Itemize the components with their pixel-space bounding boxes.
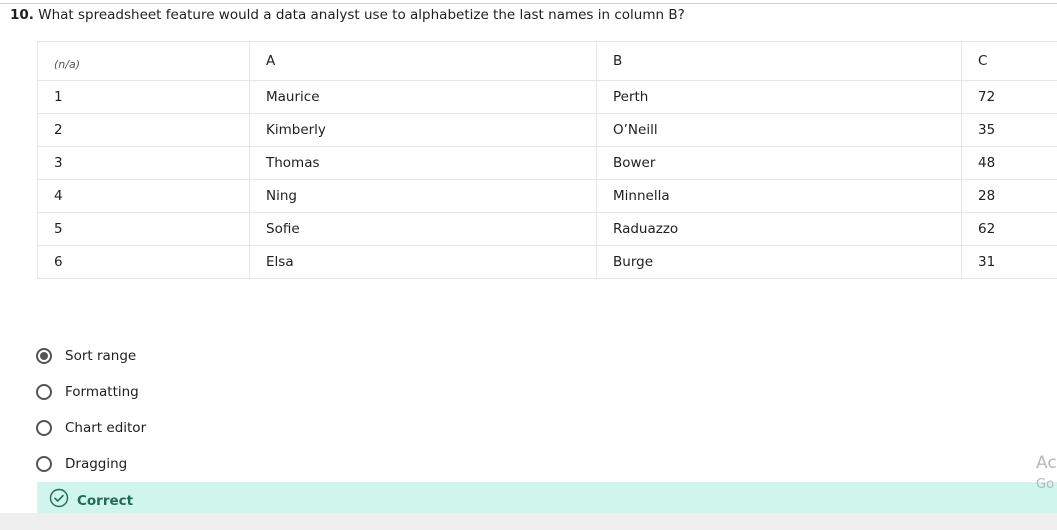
radio-selected-icon[interactable] bbox=[36, 348, 52, 364]
option-sort-range[interactable]: Sort range bbox=[36, 338, 146, 374]
value-cell: 35 bbox=[961, 113, 1057, 147]
option-formatting[interactable]: Formatting bbox=[36, 374, 146, 410]
first-name-cell: Thomas bbox=[249, 146, 597, 180]
question-number: 10. bbox=[10, 7, 34, 23]
last-name-cell: Bower bbox=[596, 146, 962, 180]
last-name-cell: Raduazzo bbox=[596, 212, 962, 246]
table-row: 2 Kimberly O’Neill 35 bbox=[37, 113, 1057, 147]
feedback-banner: Correct bbox=[37, 482, 1057, 513]
last-name-cell: O’Neill bbox=[596, 113, 962, 147]
option-label[interactable]: Formatting bbox=[65, 384, 139, 400]
header-cell-na: (n/a) bbox=[37, 41, 250, 81]
value-cell: 28 bbox=[961, 179, 1057, 213]
radio-icon[interactable] bbox=[36, 420, 52, 436]
row-number-cell: 6 bbox=[37, 245, 250, 279]
last-name-cell: Minnella bbox=[596, 179, 962, 213]
table-row: 3 Thomas Bower 48 bbox=[37, 146, 1057, 180]
first-name-cell: Maurice bbox=[249, 80, 597, 114]
last-name-cell: Perth bbox=[596, 80, 962, 114]
value-cell: 72 bbox=[961, 80, 1057, 114]
first-name-cell: Ning bbox=[249, 179, 597, 213]
header-cell-a: A bbox=[249, 41, 597, 81]
table-header-row: (n/a) A B C bbox=[37, 41, 1057, 81]
question-text: 10. What spreadsheet feature would a dat… bbox=[10, 6, 685, 24]
row-number-cell: 3 bbox=[37, 146, 250, 180]
row-number-cell: 2 bbox=[37, 113, 250, 147]
value-cell: 62 bbox=[961, 212, 1057, 246]
row-number-cell: 5 bbox=[37, 212, 250, 246]
top-divider bbox=[0, 3, 1057, 4]
table-row: 5 Sofie Raduazzo 62 bbox=[37, 212, 1057, 246]
option-chart-editor[interactable]: Chart editor bbox=[36, 410, 146, 446]
first-name-cell: Kimberly bbox=[249, 113, 597, 147]
first-name-cell: Elsa bbox=[249, 245, 597, 279]
radio-icon[interactable] bbox=[36, 384, 52, 400]
answer-options: Sort range Formatting Chart editor Dragg… bbox=[36, 338, 146, 482]
option-label[interactable]: Chart editor bbox=[65, 420, 146, 436]
question-prompt: What spreadsheet feature would a data an… bbox=[38, 7, 685, 23]
value-cell: 31 bbox=[961, 245, 1057, 279]
radio-icon[interactable] bbox=[36, 456, 52, 472]
value-cell: 48 bbox=[961, 146, 1057, 180]
bottom-bar bbox=[0, 513, 1057, 530]
check-circle-icon bbox=[49, 488, 69, 507]
spreadsheet-table: (n/a) A B C 1 Maurice Perth 72 2 Kimberl… bbox=[37, 41, 1057, 279]
activation-watermark-line2: Go bbox=[1036, 477, 1055, 492]
option-label[interactable]: Dragging bbox=[65, 456, 127, 472]
option-dragging[interactable]: Dragging bbox=[36, 446, 146, 482]
header-cell-b: B bbox=[596, 41, 962, 81]
first-name-cell: Sofie bbox=[249, 212, 597, 246]
activation-watermark-line1: Ac bbox=[1036, 453, 1057, 473]
option-label[interactable]: Sort range bbox=[65, 348, 136, 364]
table-row: 1 Maurice Perth 72 bbox=[37, 80, 1057, 114]
last-name-cell: Burge bbox=[596, 245, 962, 279]
header-cell-c: C bbox=[961, 41, 1057, 81]
feedback-label: Correct bbox=[77, 492, 134, 509]
row-number-cell: 4 bbox=[37, 179, 250, 213]
row-number-cell: 1 bbox=[37, 80, 250, 114]
table-row: 6 Elsa Burge 31 bbox=[37, 245, 1057, 279]
table-row: 4 Ning Minnella 28 bbox=[37, 179, 1057, 213]
